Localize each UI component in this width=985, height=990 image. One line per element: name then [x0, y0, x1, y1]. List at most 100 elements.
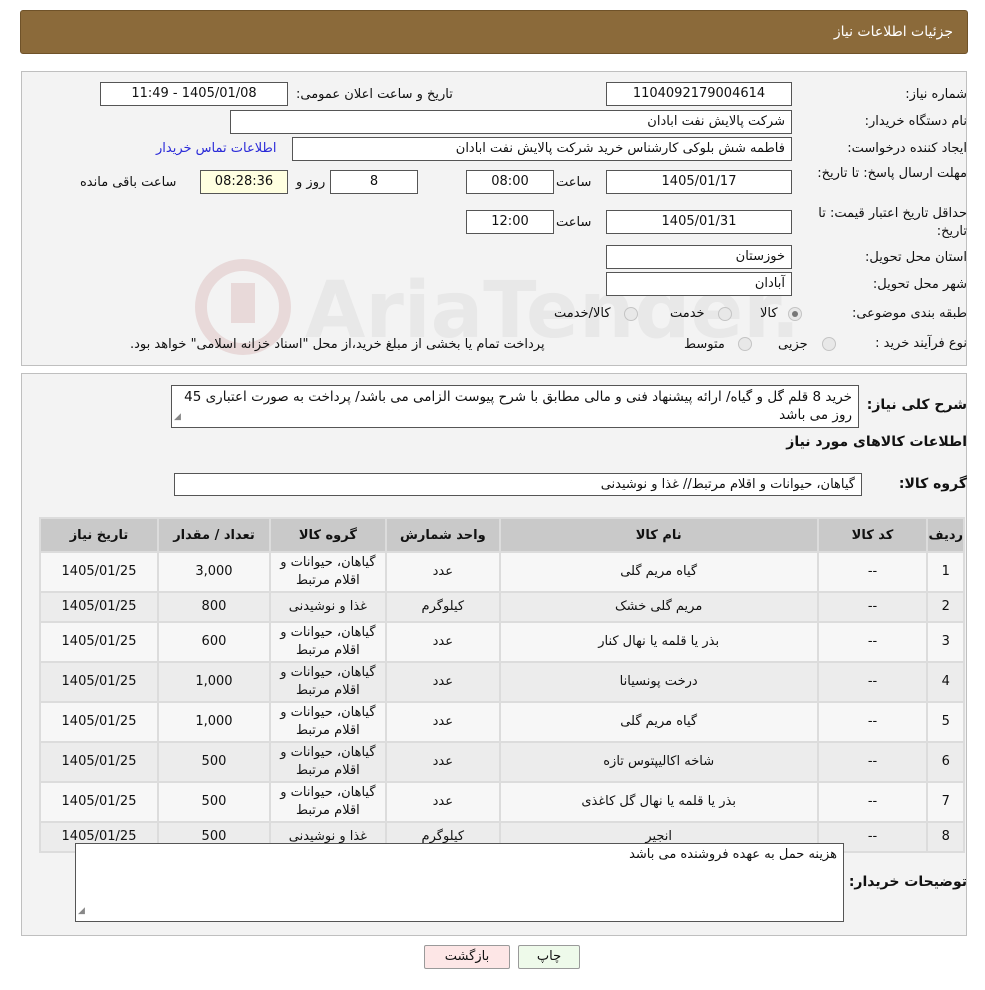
table-row: 3 -- بذر یا قلمه یا نهال کنار عدد گیاهان…: [41, 623, 963, 661]
cell-name: بذر یا قلمه یا نهال گل کاغذی: [500, 783, 817, 821]
print-button[interactable]: چاپ: [518, 945, 580, 969]
table-row: 2 -- مریم گلی خشک کیلوگرم غذا و نوشیدنی …: [41, 593, 963, 621]
cell-qty: 1,000: [159, 663, 269, 701]
cell-code: --: [818, 623, 927, 661]
buyer-notes-text: هزینه حمل به عهده فروشنده می باشد: [629, 847, 837, 862]
cell-unit: عدد: [386, 783, 499, 821]
cell-date: 1405/01/25: [41, 593, 157, 621]
goods-group-label: گروه کالا:: [898, 476, 967, 492]
col-name: نام کالا: [500, 519, 817, 551]
col-code: کد کالا: [818, 519, 927, 551]
category-option-goods: کالا: [760, 306, 778, 321]
cell-name: بذر یا قلمه یا نهال کنار: [500, 623, 817, 661]
cell-name: شاخه اکالیپتوس تازه: [500, 743, 817, 781]
back-button[interactable]: بازگشت: [424, 945, 510, 969]
cell-group: گیاهان، حیوانات و اقلام مرتبط: [270, 703, 385, 741]
cell-date: 1405/01/25: [41, 703, 157, 741]
resize-grip-icon[interactable]: ◢: [78, 902, 85, 920]
cell-date: 1405/01/25: [41, 743, 157, 781]
buyer-notes-label: توضیحات خریدار:: [848, 874, 967, 890]
process-radio-minor[interactable]: [822, 337, 836, 351]
reply-deadline-label: مهلت ارسال پاسخ: تا تاریخ:: [817, 166, 967, 181]
category-option-goods-service: کالا/خدمت: [554, 306, 611, 321]
cell-qty: 1,000: [159, 703, 269, 741]
cell-row: 1: [928, 553, 963, 591]
cell-row: 2: [928, 593, 963, 621]
remaining-time-field: 08:28:36: [200, 170, 288, 194]
cell-group: گیاهان، حیوانات و اقلام مرتبط: [270, 553, 385, 591]
cell-qty: 600: [159, 623, 269, 661]
process-label: نوع فرآیند خرید :: [875, 336, 967, 351]
days-label: روز و: [296, 175, 326, 190]
table-row: 7 -- بذر یا قلمه یا نهال گل کاغذی عدد گی…: [41, 783, 963, 821]
cell-unit: عدد: [386, 663, 499, 701]
reply-time-label: ساعت: [556, 175, 592, 190]
col-date: تاریخ نیاز: [41, 519, 157, 551]
goods-info-title: اطلاعات کالاهای مورد نیاز: [786, 434, 967, 450]
cell-code: --: [818, 703, 927, 741]
city-label: شهر محل تحویل:: [872, 277, 967, 292]
cell-name: گیاه مریم گلی: [500, 703, 817, 741]
category-radio-goods-service[interactable]: [624, 307, 638, 321]
cell-row: 3: [928, 623, 963, 661]
cell-group: غذا و نوشیدنی: [270, 593, 385, 621]
validity-time-field: 12:00: [466, 210, 554, 234]
cell-name: مریم گلی خشک: [500, 593, 817, 621]
remaining-label: ساعت باقی مانده: [80, 175, 177, 190]
page-title: جزئیات اطلاعات نیاز: [833, 24, 953, 40]
cell-code: --: [818, 553, 927, 591]
goods-group-field: گیاهان، حیوانات و اقلام مرتبط// غذا و نو…: [174, 473, 862, 496]
cell-unit: عدد: [386, 743, 499, 781]
table-row: 5 -- گیاه مریم گلی عدد گیاهان، حیوانات و…: [41, 703, 963, 741]
cell-unit: عدد: [386, 553, 499, 591]
cell-group: گیاهان، حیوانات و اقلام مرتبط: [270, 663, 385, 701]
need-number-label: شماره نیاز:: [905, 87, 967, 102]
reply-time-field: 08:00: [466, 170, 554, 194]
cell-unit: عدد: [386, 623, 499, 661]
cell-date: 1405/01/25: [41, 553, 157, 591]
col-row: ردیف: [928, 519, 963, 551]
need-number-field: 1104092179004614: [606, 82, 792, 106]
col-qty: تعداد / مقدار: [159, 519, 269, 551]
validity-time-label: ساعت: [556, 215, 592, 230]
buyer-notes-textarea[interactable]: هزینه حمل به عهده فروشنده می باشد ◢: [75, 843, 844, 922]
category-radio-goods[interactable]: [788, 307, 802, 321]
announce-datetime-field: 1405/01/08 - 11:49: [100, 82, 288, 106]
description-text: خرید 8 قلم گل و گیاه/ ارائه پیشنهاد فنی …: [184, 389, 852, 423]
cell-code: --: [818, 593, 927, 621]
cell-qty: 800: [159, 593, 269, 621]
table-header-row: ردیف کد کالا نام کالا واحد شمارش گروه کا…: [41, 519, 963, 551]
buyer-org-field: شرکت پالایش نفت ابادان: [230, 110, 792, 134]
cell-row: 6: [928, 743, 963, 781]
buyer-contact-link[interactable]: اطلاعات تماس خریدار: [156, 141, 276, 156]
cell-row: 4: [928, 663, 963, 701]
table-row: 1 -- گیاه مریم گلی عدد گیاهان، حیوانات و…: [41, 553, 963, 591]
table-row: 6 -- شاخه اکالیپتوس تازه عدد گیاهان، حیو…: [41, 743, 963, 781]
creator-label: ایجاد کننده درخواست:: [847, 141, 967, 156]
cell-code: --: [818, 743, 927, 781]
buyer-org-label: نام دستگاه خریدار:: [864, 114, 967, 129]
cell-code: --: [818, 783, 927, 821]
cell-group: گیاهان، حیوانات و اقلام مرتبط: [270, 783, 385, 821]
cell-date: 1405/01/25: [41, 663, 157, 701]
description-label: شرح کلی نیاز:: [866, 397, 967, 413]
cell-row: 8: [928, 823, 963, 851]
process-radio-medium[interactable]: [738, 337, 752, 351]
cell-qty: 500: [159, 743, 269, 781]
cell-group: گیاهان، حیوانات و اقلام مرتبط: [270, 623, 385, 661]
resize-grip-icon[interactable]: ◢: [174, 408, 181, 426]
cell-group: گیاهان، حیوانات و اقلام مرتبط: [270, 743, 385, 781]
validity-date-field: 1405/01/31: [606, 210, 792, 234]
description-textarea[interactable]: خرید 8 قلم گل و گیاه/ ارائه پیشنهاد فنی …: [171, 385, 859, 428]
cell-name: درخت پونسیانا: [500, 663, 817, 701]
category-radio-service[interactable]: [718, 307, 732, 321]
reply-date-field: 1405/01/17: [606, 170, 792, 194]
process-option-minor: جزیی: [778, 337, 808, 352]
cell-qty: 500: [159, 783, 269, 821]
col-unit: واحد شمارش: [386, 519, 499, 551]
table-row: 4 -- درخت پونسیانا عدد گیاهان، حیوانات و…: [41, 663, 963, 701]
col-group: گروه کالا: [270, 519, 385, 551]
announce-label: تاریخ و ساعت اعلان عمومی:: [296, 87, 453, 102]
process-note: پرداخت تمام یا بخشی از مبلغ خرید،از محل …: [130, 337, 545, 352]
cell-code: --: [818, 663, 927, 701]
